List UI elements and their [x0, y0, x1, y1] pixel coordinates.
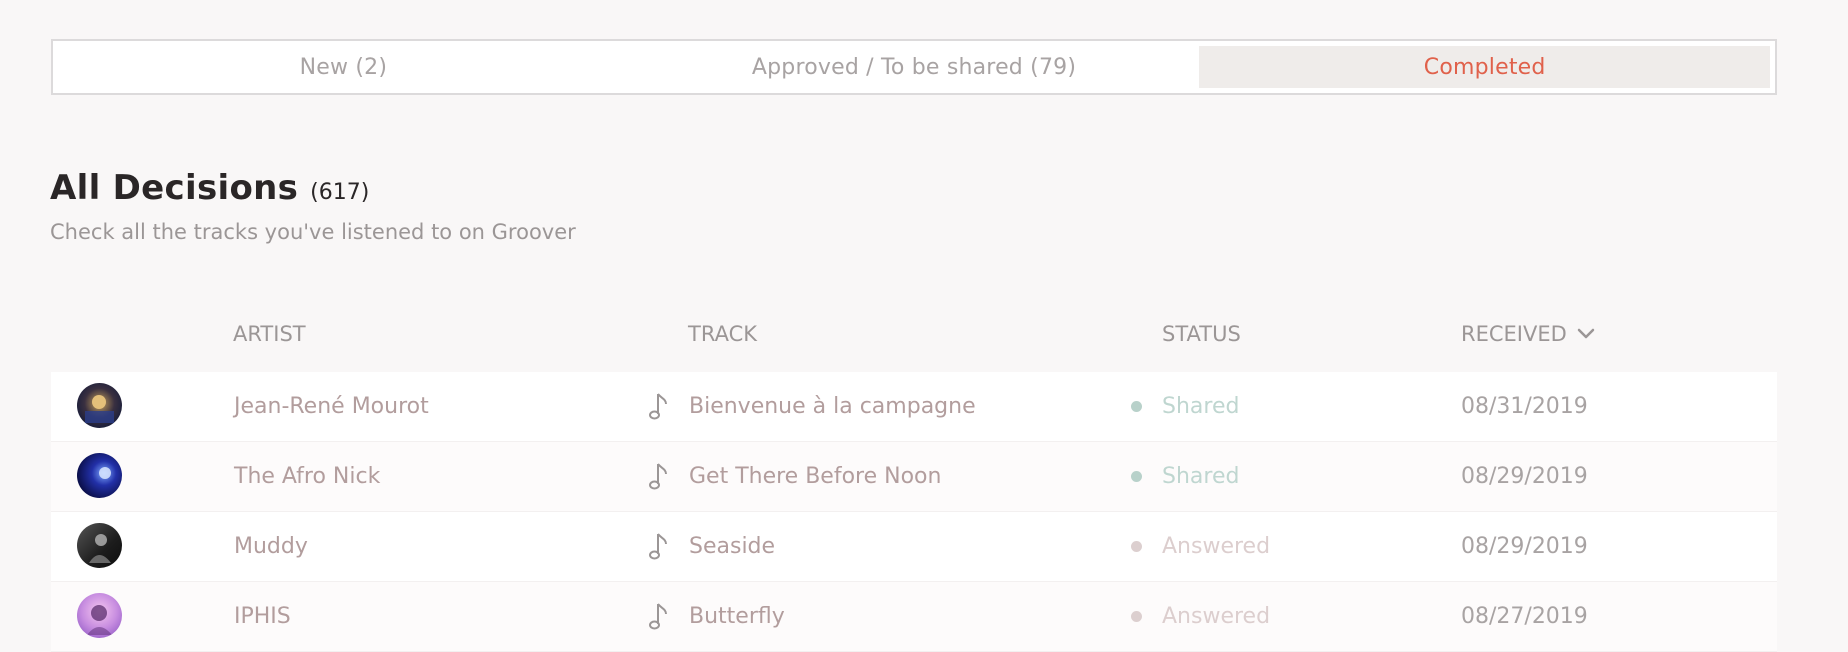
page-title: All Decisions — [50, 168, 299, 208]
table-row[interactable]: Jean-René Mourot Bienvenue à la campagne… — [51, 372, 1777, 442]
table-row[interactable]: The Afro Nick Get There Before Noon Shar… — [51, 442, 1777, 512]
music-note-icon — [649, 512, 673, 581]
tab-bar: New (2) Approved / To be shared (79) Com… — [51, 39, 1777, 95]
page-subtitle: Check all the tracks you've listened to … — [50, 220, 576, 244]
avatar — [77, 383, 122, 428]
tab-new[interactable]: New (2) — [58, 46, 629, 88]
received-date: 08/29/2019 — [1461, 534, 1588, 559]
column-header-track: TRACK — [688, 322, 757, 346]
column-header-artist: ARTIST — [233, 322, 306, 346]
avatar — [77, 593, 122, 638]
received-date: 08/27/2019 — [1461, 604, 1588, 629]
received-date: 08/31/2019 — [1461, 394, 1588, 419]
table-header: ARTIST TRACK STATUS RECEIVED — [0, 322, 1848, 352]
tab-completed[interactable]: Completed — [1199, 46, 1771, 88]
table-row[interactable]: Muddy Seaside Answered 08/29/2019 — [51, 512, 1777, 582]
status-dot — [1131, 442, 1142, 511]
received-date: 08/29/2019 — [1461, 464, 1588, 489]
status-badge: Answered — [1162, 534, 1271, 559]
status-dot — [1131, 372, 1142, 441]
artist-name[interactable]: Muddy — [234, 512, 308, 581]
column-header-status: STATUS — [1162, 322, 1241, 346]
music-note-icon — [649, 582, 673, 651]
page: New (2) Approved / To be shared (79) Com… — [0, 0, 1848, 652]
decisions-count: (617) — [310, 180, 370, 205]
tab-approved[interactable]: Approved / To be shared (79) — [629, 46, 1200, 88]
avatar — [77, 453, 122, 498]
track-title[interactable]: Get There Before Noon — [689, 442, 941, 511]
track-title[interactable]: Seaside — [689, 512, 775, 581]
artist-name[interactable]: IPHIS — [234, 582, 291, 651]
status-dot — [1131, 582, 1142, 651]
section-heading: All Decisions (617) — [50, 168, 369, 208]
status-badge: Shared — [1162, 464, 1240, 489]
column-header-received-label: RECEIVED — [1461, 322, 1567, 346]
track-title[interactable]: Butterfly — [689, 582, 785, 651]
avatar — [77, 523, 122, 568]
status-badge: Shared — [1162, 394, 1240, 419]
music-note-icon — [649, 442, 673, 511]
artist-name[interactable]: The Afro Nick — [234, 442, 380, 511]
music-note-icon — [649, 372, 673, 441]
column-header-received[interactable]: RECEIVED — [1461, 322, 1595, 346]
table-row[interactable]: IPHIS Butterfly Answered 08/27/2019 — [51, 582, 1777, 652]
status-badge: Answered — [1162, 604, 1271, 629]
track-title[interactable]: Bienvenue à la campagne — [689, 372, 976, 441]
status-dot — [1131, 512, 1142, 581]
artist-name[interactable]: Jean-René Mourot — [234, 372, 429, 441]
decisions-table: Jean-René Mourot Bienvenue à la campagne… — [51, 372, 1777, 652]
chevron-down-icon — [1577, 328, 1595, 339]
